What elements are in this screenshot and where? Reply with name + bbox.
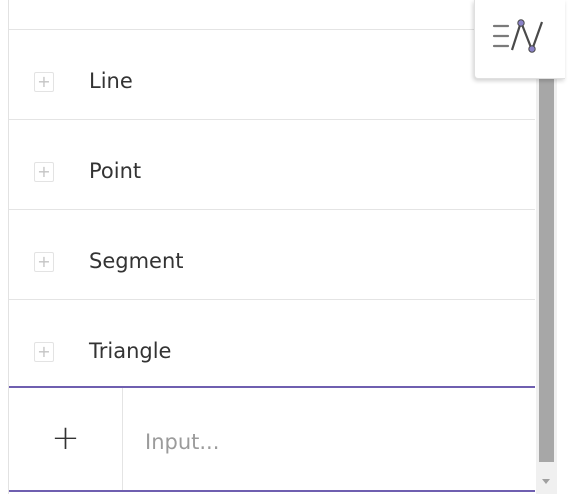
list-item-point[interactable]: + Point [9, 120, 535, 210]
top-strip [9, 0, 535, 30]
input-bar: + [9, 386, 535, 492]
plus-icon[interactable]: + [34, 72, 54, 92]
object-label: Point [89, 159, 142, 183]
object-label: Line [89, 69, 133, 93]
plus-icon[interactable]: + [34, 252, 54, 272]
scroll-down-arrow-icon[interactable] [542, 479, 550, 484]
list-item-segment[interactable]: + Segment [9, 210, 535, 300]
list-item-line[interactable]: + Line [9, 30, 535, 120]
list-item-triangle[interactable]: + Triangle [9, 300, 535, 390]
algebra-view-icon [492, 19, 544, 53]
object-label: Segment [89, 249, 184, 273]
algebra-view-window: + Line + Point + Segment + Triangle + [0, 0, 572, 494]
algebra-panel: + Line + Point + Segment + Triangle + [8, 0, 535, 494]
plus-icon[interactable]: + [34, 162, 54, 182]
algebra-input[interactable] [145, 424, 515, 460]
object-label: Triangle [89, 339, 172, 363]
add-button[interactable]: + [9, 388, 123, 490]
algebra-view-toggle-button[interactable] [474, 0, 565, 79]
plus-icon[interactable]: + [34, 342, 54, 362]
